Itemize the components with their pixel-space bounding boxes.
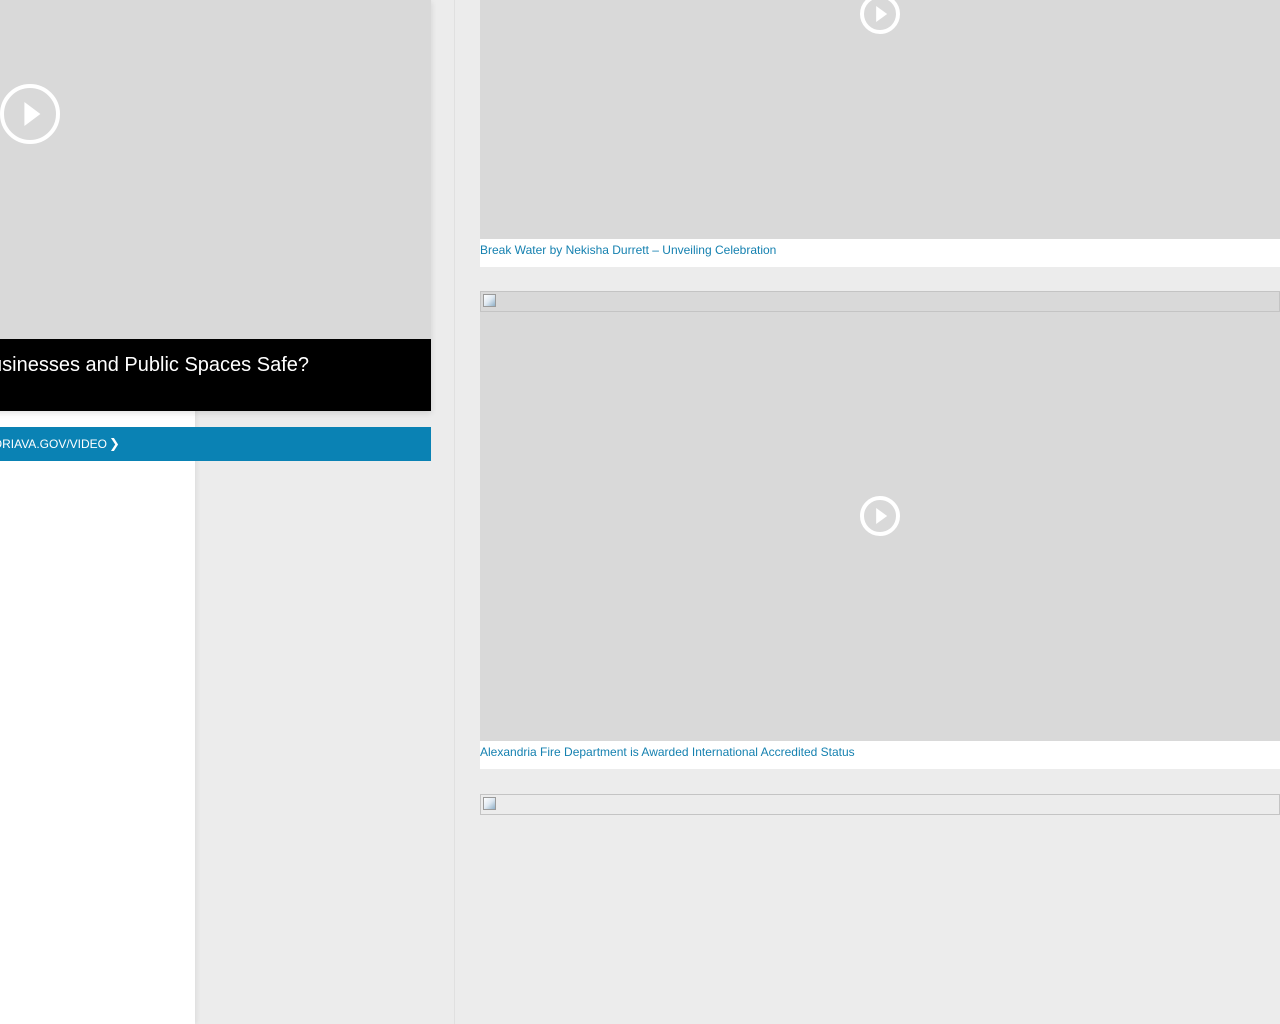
play-circle-icon[interactable] [860,496,900,536]
video-thumbnail[interactable] [480,291,1280,741]
video-title-link[interactable]: Alexandria Fire Department is Awarded In… [480,745,855,759]
featured-video-player[interactable] [0,0,431,339]
broken-image-icon [480,794,1280,815]
broken-image-glyph [483,294,496,307]
chevron-right-icon: ❯ [109,436,120,451]
play-circle-icon[interactable] [0,84,60,144]
column-divider [454,0,455,1024]
broken-image-glyph [483,797,496,810]
more-videos-link[interactable]: ORIAVA.GOV/VIDEO ❯ [0,427,431,461]
video-item[interactable] [480,794,1280,815]
featured-video-title[interactable]: Businesses and Public Spaces Safe? [0,353,420,379]
video-item[interactable]: Alexandria Fire Department is Awarded In… [480,291,1280,770]
video-caption: Break Water by Nekisha Durrett – Unveili… [480,239,1280,267]
more-videos-label: ORIAVA.GOV/VIDEO [0,437,107,451]
page: Businesses and Public Spaces Safe? ORIAV… [0,0,1280,1024]
video-thumbnail[interactable] [480,0,1280,239]
video-caption: Alexandria Fire Department is Awarded In… [480,741,1280,769]
featured-video-title-text: Businesses and Public Spaces Safe? [0,354,309,376]
play-circle-icon[interactable] [860,0,900,34]
broken-image-icon [480,291,1280,312]
video-item[interactable]: Break Water by Nekisha Durrett – Unveili… [480,0,1280,267]
featured-video-card[interactable] [0,0,431,411]
video-title-link[interactable]: Break Water by Nekisha Durrett – Unveili… [480,243,776,257]
